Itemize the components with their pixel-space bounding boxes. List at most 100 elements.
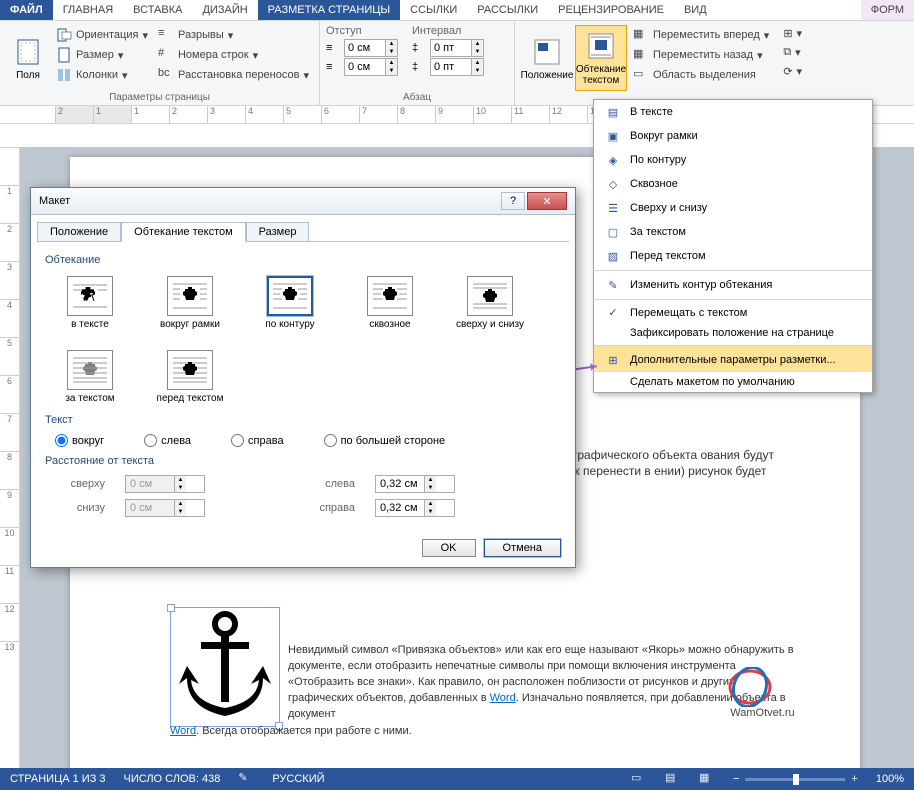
- opt-front[interactable]: перед текстом: [155, 350, 225, 404]
- zoom-out-button[interactable]: −: [733, 773, 739, 785]
- radio-left[interactable]: слева: [144, 434, 191, 447]
- wrap-behind-icon: ▢: [604, 224, 622, 240]
- rotate-button[interactable]: ⟳▾: [779, 63, 806, 80]
- opt-tight[interactable]: по контуру: [255, 276, 325, 330]
- dist-right-input[interactable]: ▲▼: [375, 499, 455, 517]
- dd-behind[interactable]: ▢За текстом: [594, 220, 872, 244]
- spacing-before-input[interactable]: ▲▼: [430, 39, 484, 57]
- tab-references[interactable]: ССЫЛКИ: [400, 0, 467, 20]
- read-mode-icon[interactable]: ▭: [631, 771, 647, 787]
- selection-pane-button[interactable]: ▭Область выделения: [629, 65, 773, 85]
- print-layout-icon[interactable]: ▤: [665, 771, 681, 787]
- dist-left-input[interactable]: ▲▼: [375, 475, 455, 493]
- web-layout-icon[interactable]: ▦: [699, 771, 715, 787]
- send-backward-icon: ▦: [633, 47, 649, 63]
- tab-format[interactable]: ФОРМ: [861, 0, 914, 20]
- status-bar: СТРАНИЦА 1 ИЗ 3 ЧИСЛО СЛОВ: 438 ✎ РУССКИ…: [0, 768, 914, 790]
- dd-set-default[interactable]: Сделать макетом по умолчанию: [594, 372, 872, 392]
- hyphenation-button[interactable]: bcРасстановка переносов ▾: [154, 65, 313, 85]
- bring-forward-icon: ▦: [633, 27, 649, 43]
- tab-view[interactable]: ВИД: [674, 0, 717, 20]
- dd-through[interactable]: ◇Сквозное: [594, 172, 872, 196]
- radio-around[interactable]: вокруг: [55, 434, 104, 447]
- opt-square[interactable]: вокруг рамки: [155, 276, 225, 330]
- zoom-level[interactable]: 100%: [876, 773, 904, 785]
- tab-file[interactable]: ФАЙЛ: [0, 0, 53, 20]
- zoom-slider[interactable]: − +: [733, 773, 858, 785]
- group-icon: ⧉: [783, 46, 791, 59]
- tab-mailings[interactable]: РАССЫЛКИ: [467, 0, 548, 20]
- dlg-tab-size[interactable]: Размер: [246, 222, 310, 242]
- tab-page-layout[interactable]: РАЗМЕТКА СТРАНИЦЫ: [258, 0, 400, 20]
- dd-move-with-text[interactable]: ✓Перемещать с текстом: [594, 299, 872, 323]
- dd-tight[interactable]: ◈По контуру: [594, 148, 872, 172]
- spin-down[interactable]: ▼: [385, 48, 397, 56]
- indent-left-input[interactable]: ▲▼: [344, 39, 398, 57]
- position-button[interactable]: Положение: [521, 25, 573, 91]
- edit-points-icon: ✎: [604, 277, 622, 293]
- page-indicator[interactable]: СТРАНИЦА 1 ИЗ 3: [10, 773, 106, 785]
- line-numbers-icon: #: [158, 47, 174, 63]
- dd-topbottom[interactable]: ☰Сверху и снизу: [594, 196, 872, 220]
- dd-more-layout[interactable]: ⊞Дополнительные параметры разметки...: [594, 345, 872, 372]
- more-layout-icon: ⊞: [604, 352, 622, 368]
- breaks-icon: ≡: [158, 27, 174, 43]
- group-button[interactable]: ⧉▾: [779, 44, 806, 61]
- dist-top-input[interactable]: ▲▼: [125, 475, 205, 493]
- wrap-inline-icon: ▤: [604, 104, 622, 120]
- word-count[interactable]: ЧИСЛО СЛОВ: 438: [124, 773, 221, 785]
- opt-through[interactable]: сквозное: [355, 276, 425, 330]
- help-button[interactable]: ?: [501, 192, 525, 210]
- columns-button[interactable]: Колонки ▾: [52, 65, 152, 85]
- cancel-button[interactable]: Отмена: [484, 539, 561, 557]
- spellcheck-icon[interactable]: ✎: [238, 771, 254, 787]
- vertical-ruler[interactable]: 12345678910111213: [0, 147, 20, 768]
- watermark-logo: WamOtvet.ru: [725, 667, 800, 719]
- wrap-text-button[interactable]: Обтекание текстом: [575, 25, 627, 91]
- tab-review[interactable]: РЕЦЕНЗИРОВАНИЕ: [548, 0, 674, 20]
- breaks-button[interactable]: ≡Разрывы ▾: [154, 25, 313, 45]
- ok-button[interactable]: OK: [422, 539, 476, 557]
- wrap-topbottom-icon: ☰: [604, 200, 622, 216]
- opt-behind[interactable]: за текстом: [55, 350, 125, 404]
- dd-inline[interactable]: ▤В тексте: [594, 100, 872, 124]
- size-button[interactable]: Размер ▾: [52, 45, 152, 65]
- columns-icon: [56, 67, 72, 83]
- group-paragraph: Абзац: [320, 92, 514, 103]
- dist-bottom-input[interactable]: ▲▼: [125, 499, 205, 517]
- margins-icon: [12, 36, 44, 68]
- dd-edit-points[interactable]: ✎Изменить контур обтекания: [594, 270, 872, 297]
- tab-design[interactable]: ДИЗАЙН: [192, 0, 257, 20]
- zoom-in-button[interactable]: +: [851, 773, 857, 785]
- align-button[interactable]: ⊞▾: [779, 25, 806, 42]
- margins-button[interactable]: Поля: [6, 25, 50, 91]
- tab-home[interactable]: ГЛАВНАЯ: [53, 0, 123, 20]
- wrap-text-icon: [585, 30, 617, 62]
- orientation-icon: [56, 27, 72, 43]
- hyphenation-icon: bc: [158, 67, 174, 83]
- language-indicator[interactable]: РУССКИЙ: [272, 773, 324, 785]
- dd-front[interactable]: ▨Перед текстом: [594, 244, 872, 268]
- radio-right[interactable]: справа: [231, 434, 284, 447]
- send-backward-button[interactable]: ▦Переместить назад ▾: [629, 45, 773, 65]
- opt-topbottom[interactable]: сверху и снизу: [455, 276, 525, 330]
- orientation-button[interactable]: Ориентация ▾: [52, 25, 152, 45]
- spacing-before-icon: ‡: [412, 42, 426, 54]
- spin-up[interactable]: ▲: [385, 40, 397, 48]
- indent-right-input[interactable]: ▲▼: [344, 58, 398, 76]
- spacing-after-icon: ‡: [412, 61, 426, 73]
- bring-forward-button[interactable]: ▦Переместить вперед ▾: [629, 25, 773, 45]
- dd-square[interactable]: ▣Вокруг рамки: [594, 124, 872, 148]
- tab-insert[interactable]: ВСТАВКА: [123, 0, 192, 20]
- group-page-setup: Параметры страницы: [0, 92, 319, 103]
- spacing-after-input[interactable]: ▲▼: [430, 58, 484, 76]
- word-link[interactable]: Word: [490, 692, 516, 704]
- dlg-tab-wrap[interactable]: Обтекание текстом: [121, 222, 246, 242]
- dlg-tab-position[interactable]: Положение: [37, 222, 121, 242]
- opt-inline[interactable]: в тексте: [55, 276, 125, 330]
- line-numbers-button[interactable]: #Номера строк ▾: [154, 45, 313, 65]
- dd-fix-position[interactable]: Зафиксировать положение на странице: [594, 323, 872, 343]
- close-button[interactable]: ✕: [527, 192, 567, 210]
- section-text: Текст: [45, 414, 561, 426]
- radio-largest[interactable]: по большей стороне: [324, 434, 446, 447]
